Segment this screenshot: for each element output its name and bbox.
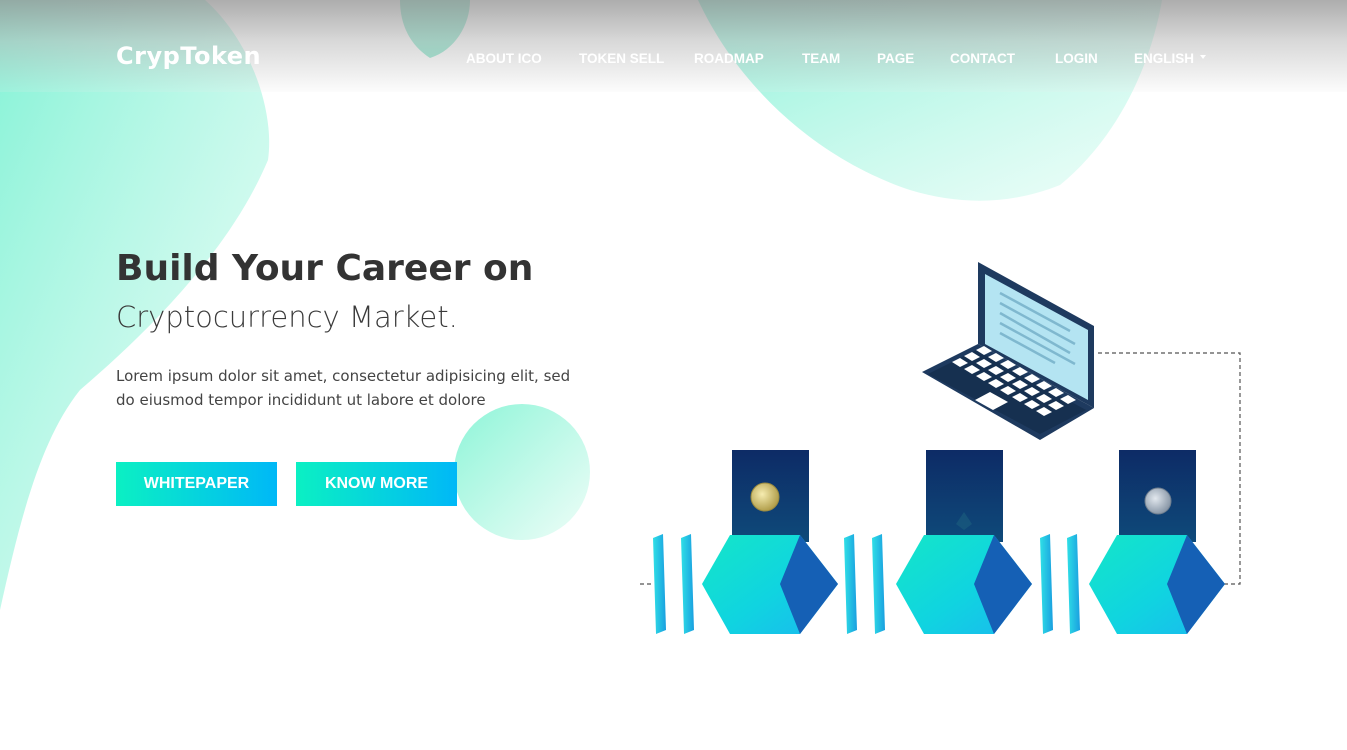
- hero-text: Lorem ipsum dolor sit amet, consectetur …: [116, 367, 571, 409]
- nav-label: ENGLISH: [1134, 51, 1195, 66]
- hero-subtitle: Cryptocurrency Market.: [116, 300, 458, 334]
- nav-label: ROADMAP: [694, 51, 764, 66]
- nav-label: TOKEN SELL: [579, 51, 665, 66]
- nav-label: ABOUT ICO: [466, 51, 542, 66]
- nav-item-english[interactable]: ENGLISH: [1134, 51, 1207, 66]
- nav-item-contact[interactable]: CONTACT: [950, 51, 1015, 66]
- logo[interactable]: CrypToken: [116, 42, 261, 70]
- blockchain-block-icon: [702, 450, 838, 634]
- hero-title: Build Your Career on: [116, 248, 534, 289]
- nav-label: LOGIN: [1055, 51, 1098, 66]
- nav-label: TEAM: [802, 51, 841, 66]
- nav-item-page[interactable]: PAGE: [877, 51, 914, 66]
- nav-label: CONTACT: [950, 51, 1015, 66]
- site-header: CrypToken ABOUT ICO TOKEN SELL ROADMAP T…: [0, 0, 1347, 92]
- litecoin-coin-icon: [1144, 487, 1172, 515]
- blockchain-block-icon: [896, 450, 1032, 634]
- caret-down-icon: [1200, 55, 1207, 60]
- laptop-icon: [922, 262, 1094, 440]
- blockchain-illustration: [640, 262, 1241, 634]
- mid-circle-shape: [454, 404, 590, 540]
- know-more-button[interactable]: KNOW MORE: [296, 462, 457, 506]
- blockchain-block-icon: [1089, 450, 1225, 634]
- nav-label: PAGE: [877, 51, 915, 66]
- nav-item-roadmap[interactable]: ROADMAP: [694, 51, 764, 66]
- nav-item-team[interactable]: TEAM: [802, 51, 840, 66]
- page: CrypToken ABOUT ICO TOKEN SELL ROADMAP T…: [0, 0, 1347, 750]
- nav-item-about-ico[interactable]: ABOUT ICO: [466, 51, 542, 66]
- nav-item-token-sell[interactable]: TOKEN SELL: [579, 51, 664, 66]
- bitcoin-coin-icon: [750, 482, 780, 512]
- whitepaper-button[interactable]: WHITEPAPER: [116, 462, 277, 506]
- nav-item-login[interactable]: LOGIN: [1055, 51, 1098, 66]
